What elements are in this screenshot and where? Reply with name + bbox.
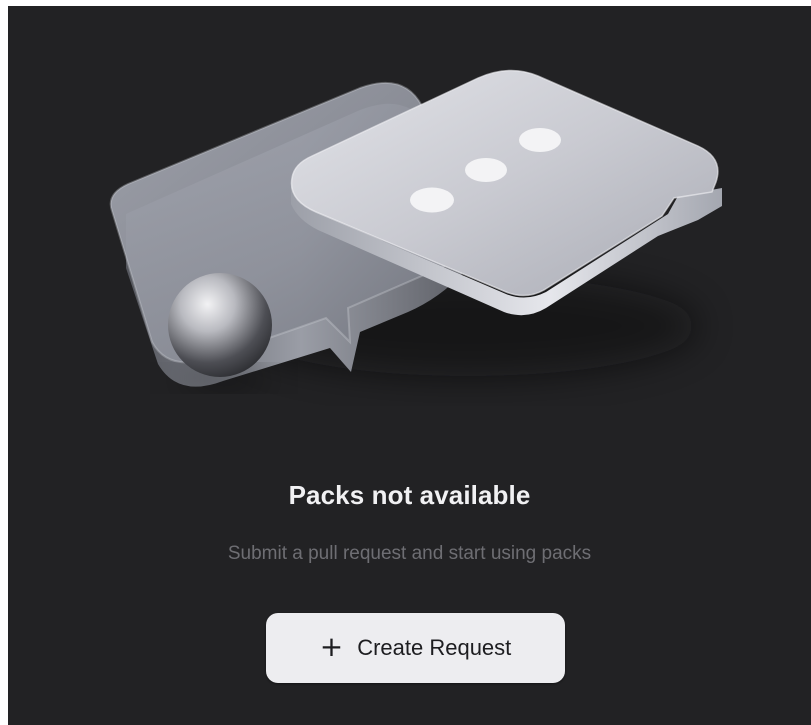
chat-bubbles-illustration-icon (109, 69, 722, 388)
empty-state-panel: Packs not available Submit a pull reques… (8, 6, 811, 725)
empty-state-title: Packs not available (288, 480, 531, 510)
empty-state-subtitle: Submit a pull request and start using pa… (227, 543, 592, 564)
create-request-button[interactable]: + Create Request (266, 613, 565, 683)
create-request-label: Create Request (357, 635, 512, 660)
plus-icon: + (319, 629, 344, 663)
